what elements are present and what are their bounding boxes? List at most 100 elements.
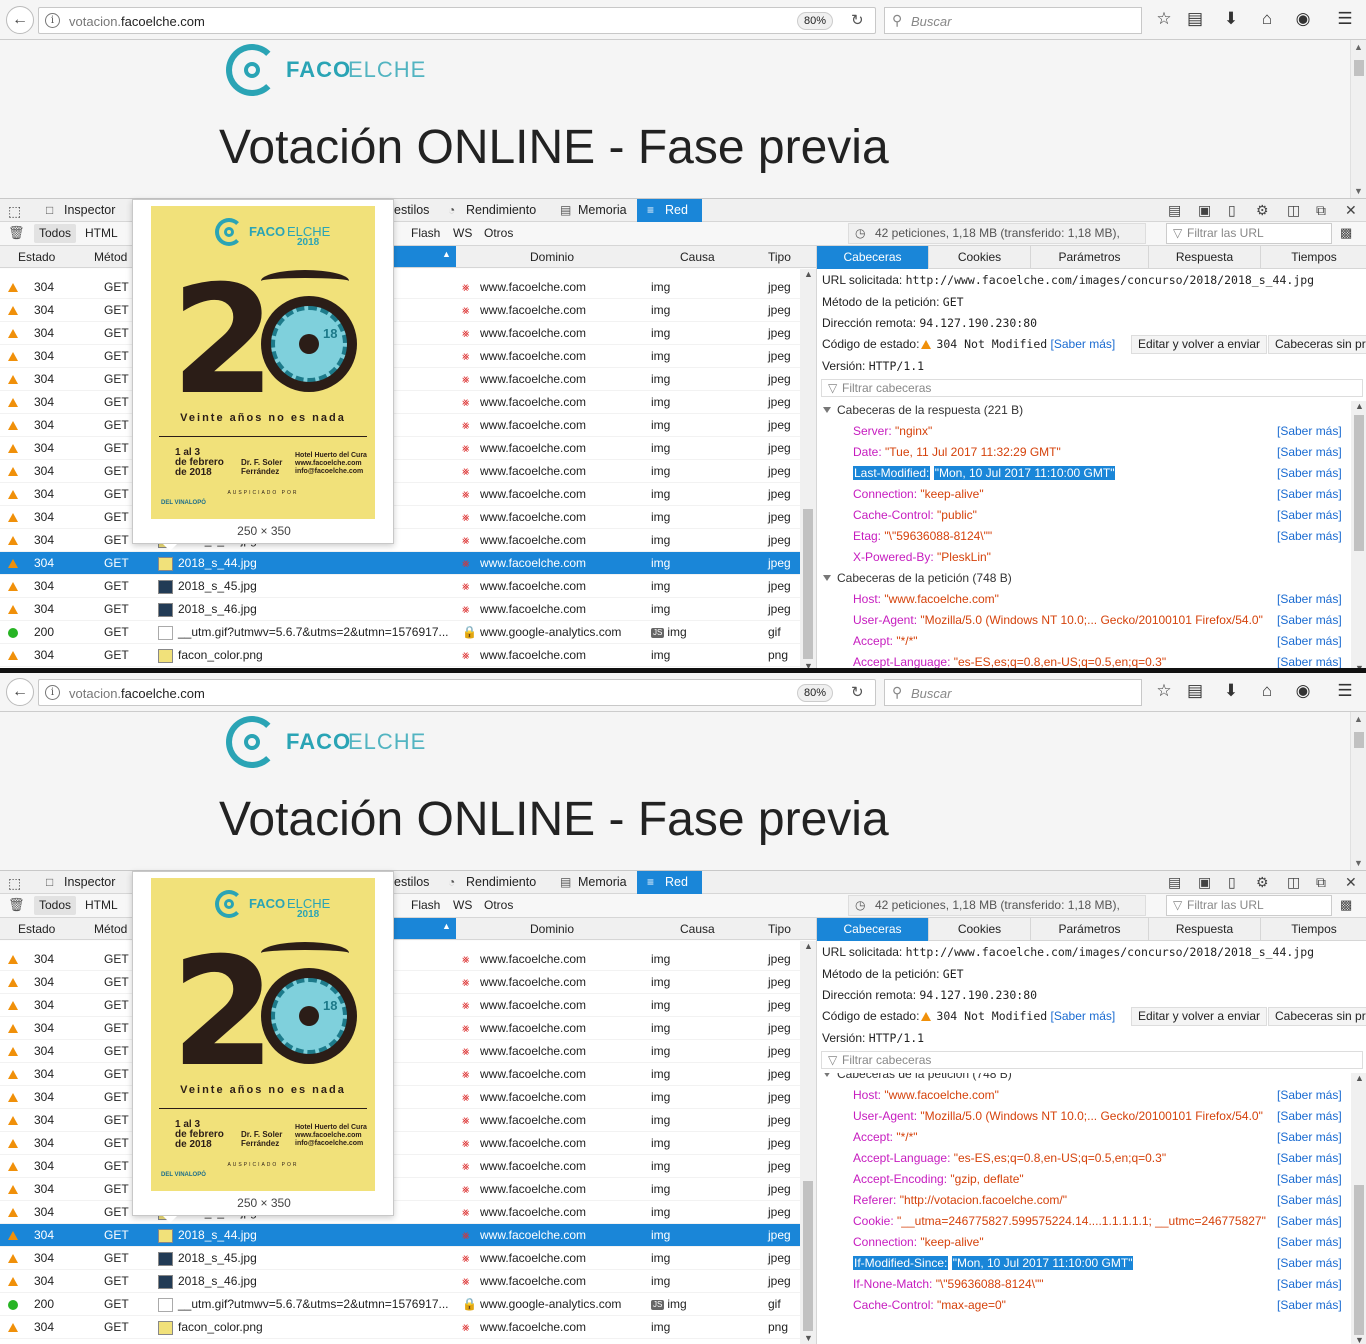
page-scrollbar[interactable]: ▲ ▼ bbox=[1350, 712, 1366, 870]
trash-icon[interactable]: 🗑 bbox=[8, 897, 25, 913]
filter-flash[interactable]: Flash bbox=[406, 224, 445, 243]
col-metodo[interactable]: Métod bbox=[94, 922, 127, 936]
zoom-indicator[interactable]: 80% bbox=[797, 684, 833, 702]
table-row[interactable]: 304 GET ⨳ www.facoelche.com img jpeg bbox=[0, 1155, 800, 1178]
table-row[interactable]: 304 GET 2018_s_46.jpg ⨳ www.facoelche.com img… bbox=[0, 598, 800, 621]
tab-memoria[interactable]: ▤ Memoria bbox=[558, 871, 627, 894]
gear-icon[interactable]: ⚙ bbox=[1256, 202, 1269, 219]
header-row[interactable]: Host: "www.facoelche.com" [Saber más] bbox=[853, 592, 1349, 606]
saber-mas-link[interactable]: [Saber más] bbox=[1051, 1009, 1116, 1023]
response-headers-section[interactable]: Cabeceras de la respuesta (221 B) bbox=[823, 403, 1023, 417]
frame-picker-icon[interactable]: ▣ bbox=[1198, 874, 1211, 891]
filter-otros[interactable]: Otros bbox=[479, 896, 518, 915]
filter-html[interactable]: HTML bbox=[80, 896, 123, 915]
tab-rendimiento[interactable]: ◔ Rendimiento bbox=[446, 199, 536, 222]
reload-icon[interactable]: ↻ bbox=[851, 11, 864, 29]
saber-mas-link[interactable]: [Saber más] bbox=[1277, 508, 1342, 522]
request-headers-section[interactable]: Cabeceras de la petición (748 B) bbox=[823, 571, 1012, 585]
gear-icon[interactable]: ⚙ bbox=[1256, 874, 1269, 891]
table-row[interactable]: 304 GET 2018_s_46.jpg ⨳ www.facoelche.com img… bbox=[0, 1270, 800, 1293]
saber-mas-link[interactable]: [Saber más] bbox=[1277, 1130, 1342, 1144]
table-row[interactable]: 304 GET ⨳ www.facoelche.com img jpeg bbox=[0, 948, 800, 971]
saber-mas-link[interactable]: [Saber más] bbox=[1277, 1109, 1342, 1123]
table-row[interactable]: 304 GET ⨳ www.facoelche.com img jpeg bbox=[0, 1040, 800, 1063]
col-causa[interactable]: Causa bbox=[680, 250, 715, 264]
table-row[interactable]: 200 GET __utm.gif?utmwv=5.6.7&utms=2&utmn=… bbox=[0, 621, 800, 644]
saber-mas-link[interactable]: [Saber más] bbox=[1051, 337, 1116, 351]
table-row[interactable]: 304 GET ⨳ www.facoelche.com img jpeg bbox=[0, 437, 800, 460]
home-icon[interactable]: ⌂ bbox=[1256, 9, 1278, 29]
table-row[interactable]: 304 GET facon_color.png ⨳ www.facoelche.com i… bbox=[0, 1316, 800, 1339]
dock-side-icon[interactable]: ◫ bbox=[1287, 202, 1300, 219]
header-row[interactable]: Cache-Control: "max-age=0" [Saber más] bbox=[853, 1298, 1349, 1312]
table-row[interactable]: 304 GET ⨳ www.facoelche.com img jpeg bbox=[0, 994, 800, 1017]
menu-icon[interactable]: ☰ bbox=[1334, 681, 1356, 701]
url-text[interactable]: votacion.facoelche.com bbox=[69, 686, 205, 701]
table-row[interactable]: 304 GET 2018_s_45.jpg ⨳ www.facoelche.com img… bbox=[0, 575, 800, 598]
saber-mas-link[interactable]: [Saber más] bbox=[1277, 424, 1342, 438]
saber-mas-link[interactable]: [Saber más] bbox=[1277, 1214, 1342, 1228]
tab-cabeceras[interactable]: Cabeceras bbox=[817, 246, 929, 269]
page-scrollbar[interactable]: ▲ ▼ bbox=[1350, 40, 1366, 198]
col-tipo[interactable]: Tipo bbox=[768, 922, 791, 936]
tab-red[interactable]: ≡ Red bbox=[637, 199, 702, 222]
split-console-icon[interactable]: ▤ bbox=[1168, 874, 1181, 891]
header-row[interactable]: User-Agent: "Mozilla/5.0 (Windows NT 10.… bbox=[853, 1109, 1349, 1123]
tab-respuesta[interactable]: Respuesta bbox=[1149, 246, 1261, 269]
col-estado[interactable]: Estado bbox=[18, 922, 55, 936]
table-row[interactable]: 304 GET ⨳ www.facoelche.com img jpeg bbox=[0, 1063, 800, 1086]
table-row[interactable]: 304 GET ⨳ www.facoelche.com img jpeg bbox=[0, 483, 800, 506]
tab-cookies[interactable]: Cookies bbox=[929, 918, 1031, 941]
reading-list-icon[interactable]: ▤ bbox=[1184, 681, 1206, 701]
tab-inspector[interactable]: □ Inspector bbox=[44, 871, 115, 894]
saber-mas-link[interactable]: [Saber más] bbox=[1277, 655, 1342, 669]
table-row[interactable]: 304GET2018_s_42.jpg⨳www.facoelche.comimg… bbox=[0, 1178, 800, 1201]
header-row[interactable]: Accept-Language: "es-ES,es;q=0.8,en-US;q… bbox=[853, 655, 1349, 669]
tab-tiempos[interactable]: Tiempos bbox=[1261, 918, 1366, 941]
header-row[interactable]: Host: "www.facoelche.com" [Saber más] bbox=[853, 1088, 1349, 1102]
site-info-icon[interactable]: i bbox=[45, 685, 60, 700]
request-list-scrollbar[interactable]: ▲ ▼ bbox=[800, 269, 816, 672]
persist-logs-icon[interactable]: ▩ bbox=[1340, 225, 1352, 241]
reload-icon[interactable]: ↻ bbox=[851, 683, 864, 701]
saber-mas-link[interactable]: [Saber más] bbox=[1277, 529, 1342, 543]
downloads-icon[interactable]: ⬇ bbox=[1220, 681, 1242, 701]
header-row[interactable]: Accept-Language: "es-ES,es;q=0.8,en-US;q… bbox=[853, 1151, 1349, 1165]
header-row[interactable]: Etag: "\"59636088-8124\"" [Saber más] bbox=[853, 529, 1349, 543]
header-row[interactable]: Accept-Encoding: "gzip, deflate" [Saber m… bbox=[853, 1172, 1349, 1186]
header-row[interactable]: Cookie: "__utma=246775827.599575224.14..… bbox=[853, 1214, 1349, 1228]
filter-todos[interactable]: Todos bbox=[34, 224, 77, 243]
tab-respuesta[interactable]: Respuesta bbox=[1149, 918, 1261, 941]
saber-mas-link[interactable]: [Saber más] bbox=[1277, 1298, 1342, 1312]
col-dominio[interactable]: Dominio bbox=[530, 250, 574, 264]
saber-mas-link[interactable]: [Saber más] bbox=[1277, 1235, 1342, 1249]
close-icon[interactable]: ✕ bbox=[1345, 874, 1357, 891]
saber-mas-link[interactable]: [Saber más] bbox=[1277, 634, 1342, 648]
header-row[interactable]: If-None-Match: "\"59636088-8124\"" [Saber… bbox=[853, 1277, 1349, 1291]
bookmark-star-icon[interactable]: ☆ bbox=[1153, 9, 1175, 29]
table-row[interactable]: 304 GET 2018_s_45.jpg ⨳ www.facoelche.com img… bbox=[0, 1247, 800, 1270]
headers-scrollbar[interactable]: ▲▼ bbox=[1351, 401, 1366, 672]
frame-picker-icon[interactable]: ▣ bbox=[1198, 202, 1211, 219]
tab-tiempos[interactable]: Tiempos bbox=[1261, 246, 1366, 269]
filter-headers-input[interactable]: ▽ Filtrar cabeceras bbox=[821, 1051, 1363, 1069]
table-row[interactable]: 304 GET ⨳ www.facoelche.com img jpeg bbox=[0, 414, 800, 437]
raw-headers-button[interactable]: Cabeceras sin pro bbox=[1268, 335, 1366, 354]
header-row[interactable]: If-Modified-Since: "Mon, 10 Jul 2017 11:… bbox=[853, 1256, 1349, 1270]
table-row[interactable]: 304 GET ⨳ www.facoelche.com img jpeg bbox=[0, 460, 800, 483]
filter-url-input[interactable]: ▽ Filtrar las URL bbox=[1166, 895, 1332, 916]
filter-headers-input[interactable]: ▽ Filtrar cabeceras bbox=[821, 379, 1363, 397]
col-archivo-sorted[interactable]: ▲ bbox=[392, 246, 456, 267]
header-row[interactable]: Last-Modified: "Mon, 10 Jul 2017 11:10:0… bbox=[853, 466, 1349, 480]
saber-mas-link[interactable]: [Saber más] bbox=[1277, 1277, 1342, 1291]
tab-cabeceras[interactable]: Cabeceras bbox=[817, 918, 929, 941]
downloads-icon[interactable]: ⬇ bbox=[1220, 9, 1242, 29]
edit-resend-button[interactable]: Editar y volver a enviar bbox=[1131, 1007, 1268, 1026]
filter-ws[interactable]: WS bbox=[448, 224, 477, 243]
filter-todos[interactable]: Todos bbox=[34, 896, 77, 915]
header-row[interactable]: Cache-Control: "public" [Saber más] bbox=[853, 508, 1349, 522]
pocket-icon[interactable]: ◉ bbox=[1292, 681, 1314, 701]
table-row[interactable]: 304 GET ⨳ www.facoelche.com img jpeg bbox=[0, 1132, 800, 1155]
table-row[interactable]: 304 GET ⨳ www.facoelche.com img jpeg bbox=[0, 299, 800, 322]
raw-headers-button[interactable]: Cabeceras sin pro bbox=[1268, 1007, 1366, 1026]
